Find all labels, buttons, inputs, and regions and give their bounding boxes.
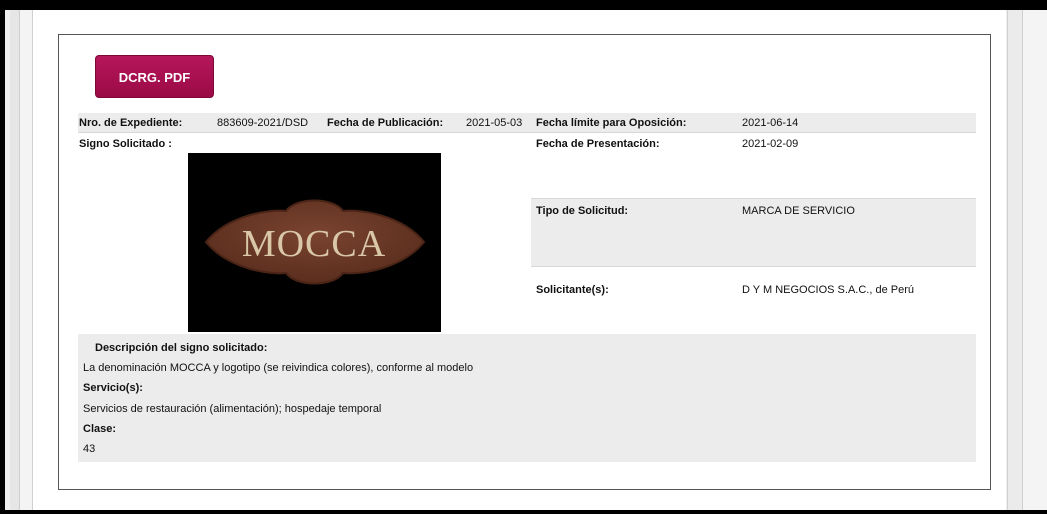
descripcion-text: La denominación MOCCA y logotipo (se rei… — [83, 362, 474, 374]
nro-expediente-label: Nro. de Expediente: — [79, 117, 183, 129]
right-scroll-track[interactable] — [1022, 10, 1047, 510]
mark-logo-image: MOCCA — [188, 153, 441, 332]
details-divider-2 — [531, 266, 976, 267]
servicios-text: Servicios de restauración (alimentación)… — [83, 403, 382, 415]
left-panel-inner — [20, 10, 33, 510]
header-row — [78, 113, 976, 132]
fecha-limite-value: 2021-06-14 — [742, 117, 799, 129]
left-panel-edge — [10, 10, 20, 510]
fecha-presentacion-label: Fecha de Presentación: — [536, 138, 660, 150]
signo-solicitado-label: Signo Solicitado : — [79, 138, 172, 150]
mocca-logo: MOCCA — [204, 199, 426, 285]
fecha-publicacion-value: 2021-05-03 — [466, 117, 523, 129]
clase-title: Clase: — [83, 423, 117, 435]
logo-text: MOCCA — [242, 223, 386, 265]
right-panel-edge — [1007, 10, 1022, 510]
fecha-limite-label: Fecha límite para Oposición: — [536, 117, 687, 129]
fecha-presentacion-value: 2021-02-09 — [742, 138, 799, 150]
descripcion-title: Descripción del signo solicitado: — [95, 342, 268, 354]
nro-expediente-value: 883609-2021/DSD — [217, 117, 309, 129]
tipo-solicitud-label: Tipo de Solicitud: — [536, 205, 629, 217]
solicitante-value: D Y M NEGOCIOS S.A.C., de Perú — [742, 284, 914, 296]
servicios-title: Servicio(s): — [83, 382, 143, 394]
download-pdf-button[interactable]: DCRG. PDF — [95, 55, 214, 98]
fecha-publicacion-label: Fecha de Publicación: — [327, 117, 444, 129]
header-row-divider — [78, 132, 976, 133]
tipo-solicitud-value: MARCA DE SERVICIO — [742, 205, 855, 217]
clase-value: 43 — [83, 443, 96, 455]
solicitante-label: Solicitante(s): — [536, 284, 609, 296]
